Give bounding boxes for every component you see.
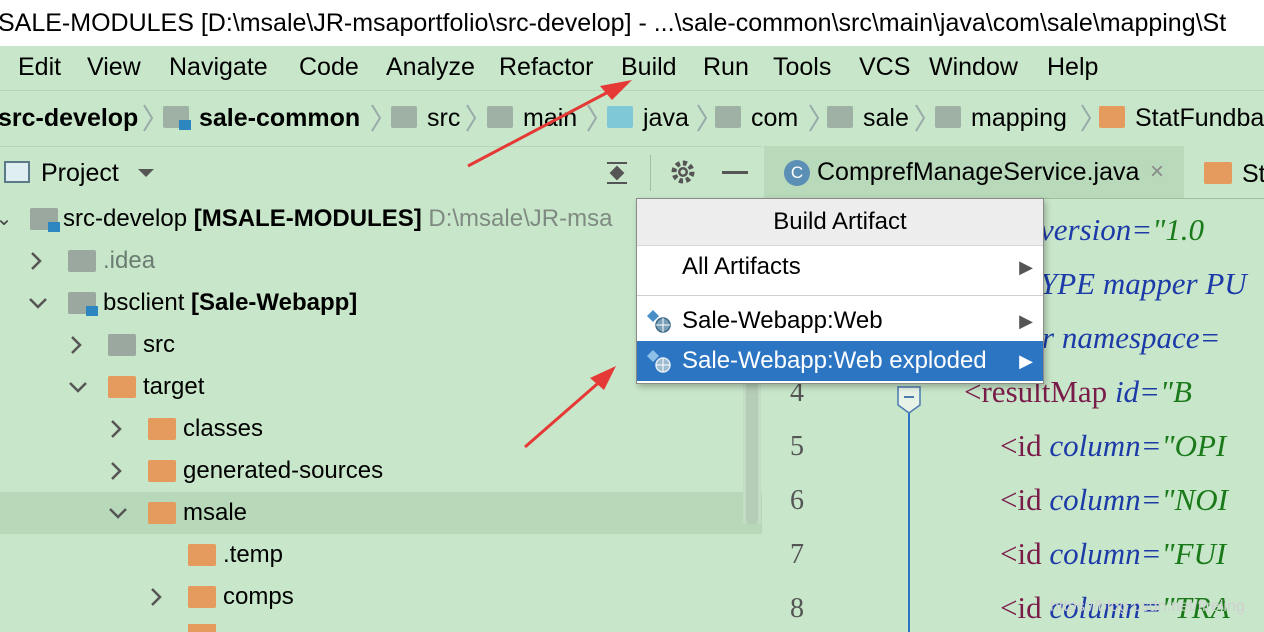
annotation-arrow-build: [467, 80, 632, 168]
watermark: https://blog.csdn.net/fireling: [1050, 598, 1245, 615]
annotation-arrows: [467, 80, 632, 449]
annotation-arrow-exploded: [524, 366, 616, 449]
